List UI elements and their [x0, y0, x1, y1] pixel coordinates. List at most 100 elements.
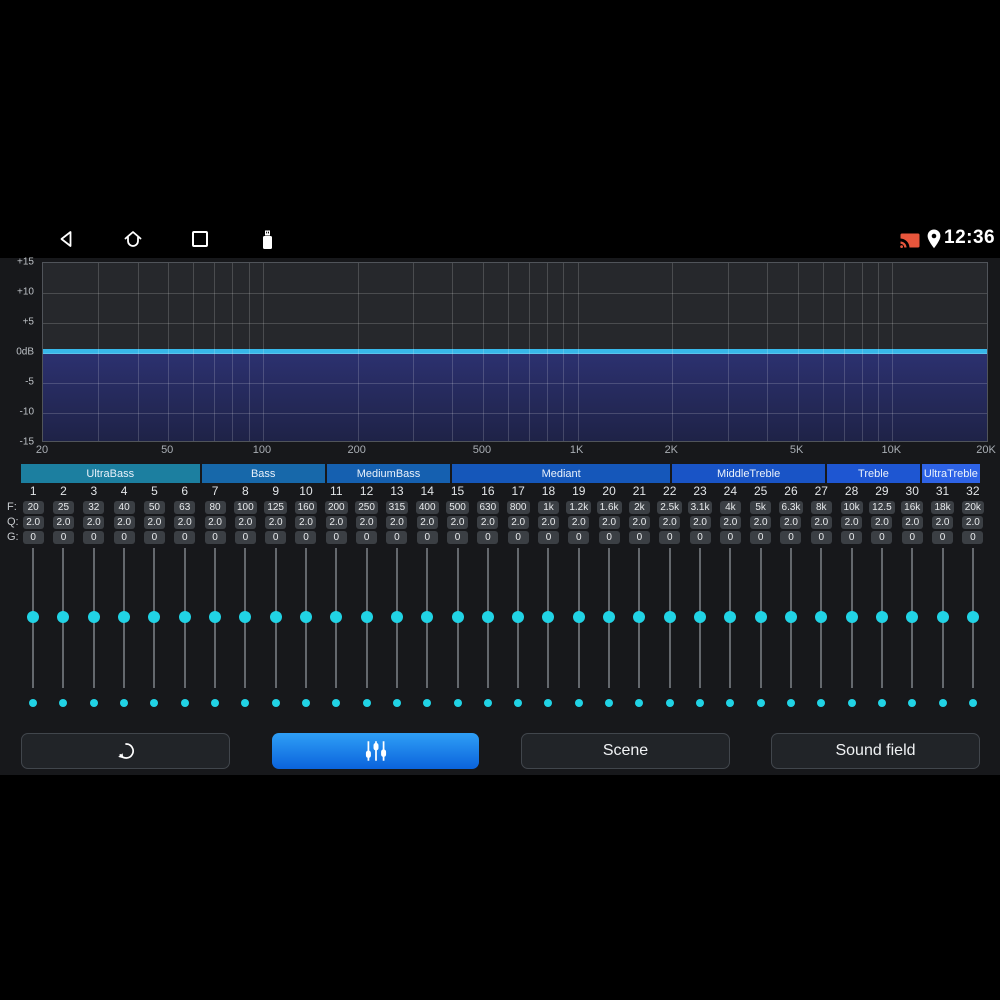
f-value[interactable]: 50 — [143, 501, 165, 514]
g-value[interactable]: 0 — [447, 531, 469, 544]
f-value[interactable]: 80 — [204, 501, 226, 514]
f-value[interactable]: 20k — [961, 501, 984, 514]
q-value[interactable]: 2.0 — [750, 516, 772, 529]
slider-dot-indicator[interactable] — [574, 699, 583, 707]
f-value[interactable]: 160 — [294, 501, 318, 514]
q-value[interactable]: 2.0 — [871, 516, 893, 529]
f-value[interactable]: 10k — [840, 501, 863, 514]
slider-dot-indicator[interactable] — [938, 699, 947, 707]
f-value[interactable]: 6.3k — [778, 501, 804, 514]
slider-knob[interactable] — [178, 611, 191, 623]
slider-dot-indicator[interactable] — [89, 699, 98, 707]
g-value[interactable]: 0 — [386, 531, 408, 544]
q-value[interactable]: 2.0 — [659, 516, 681, 529]
gain-slider[interactable] — [261, 548, 291, 688]
slider-dot-indicator[interactable] — [120, 699, 129, 707]
f-value[interactable]: 18k — [931, 501, 954, 514]
slider-dot-indicator[interactable] — [817, 699, 826, 707]
slider-knob[interactable] — [330, 611, 343, 623]
gain-slider[interactable] — [958, 548, 988, 688]
f-value[interactable]: 20 — [22, 501, 44, 514]
g-value[interactable]: 0 — [325, 531, 347, 544]
slider-knob[interactable] — [603, 611, 616, 623]
g-value[interactable]: 0 — [477, 531, 499, 544]
q-value[interactable]: 2.0 — [295, 516, 317, 529]
gain-slider[interactable] — [109, 548, 139, 688]
g-value[interactable]: 0 — [628, 531, 650, 544]
g-value[interactable]: 0 — [52, 531, 74, 544]
slider-dot-indicator[interactable] — [332, 699, 341, 707]
q-value[interactable]: 2.0 — [507, 516, 529, 529]
f-value[interactable]: 25 — [52, 501, 74, 514]
g-value[interactable]: 0 — [598, 531, 620, 544]
slider-dot-indicator[interactable] — [362, 699, 371, 707]
gain-slider[interactable] — [503, 548, 533, 688]
f-value[interactable]: 12.5 — [869, 501, 895, 514]
slider-dot-indicator[interactable] — [392, 699, 401, 707]
slider-knob[interactable] — [936, 611, 949, 623]
f-value[interactable]: 1k — [537, 501, 559, 514]
slider-dot-indicator[interactable] — [241, 699, 250, 707]
slider-dot-indicator[interactable] — [180, 699, 189, 707]
slider-knob[interactable] — [875, 611, 888, 623]
q-value[interactable]: 2.0 — [447, 516, 469, 529]
f-value[interactable]: 63 — [174, 501, 196, 514]
q-value[interactable]: 2.0 — [537, 516, 559, 529]
gain-slider[interactable] — [442, 548, 472, 688]
slider-knob[interactable] — [87, 611, 100, 623]
g-value[interactable]: 0 — [841, 531, 863, 544]
slider-knob[interactable] — [754, 611, 767, 623]
q-value[interactable]: 2.0 — [204, 516, 226, 529]
gain-slider[interactable] — [594, 548, 624, 688]
q-value[interactable]: 2.0 — [325, 516, 347, 529]
g-value[interactable]: 0 — [356, 531, 378, 544]
gain-slider[interactable] — [836, 548, 866, 688]
f-value[interactable]: 315 — [385, 501, 409, 514]
slider-dot-indicator[interactable] — [211, 699, 220, 707]
slider-knob[interactable] — [542, 611, 555, 623]
q-value[interactable]: 2.0 — [598, 516, 620, 529]
g-value[interactable]: 0 — [416, 531, 438, 544]
slider-dot-indicator[interactable] — [271, 699, 280, 707]
gain-slider[interactable] — [230, 548, 260, 688]
slider-knob[interactable] — [390, 611, 403, 623]
g-value[interactable]: 0 — [22, 531, 44, 544]
q-value[interactable]: 2.0 — [416, 516, 438, 529]
slider-dot-indicator[interactable] — [968, 699, 977, 707]
back-icon[interactable] — [56, 228, 78, 250]
home-icon[interactable] — [122, 228, 144, 250]
slider-knob[interactable] — [299, 611, 312, 623]
slider-knob[interactable] — [633, 611, 646, 623]
equalizer-button[interactable] — [272, 733, 479, 769]
g-value[interactable]: 0 — [265, 531, 287, 544]
slider-dot-indicator[interactable] — [483, 699, 492, 707]
g-value[interactable]: 0 — [83, 531, 105, 544]
slider-knob[interactable] — [724, 611, 737, 623]
sound-field-button[interactable]: Sound field — [771, 733, 980, 769]
slider-dot-indicator[interactable] — [847, 699, 856, 707]
slider-knob[interactable] — [269, 611, 282, 623]
slider-knob[interactable] — [784, 611, 797, 623]
slider-knob[interactable] — [451, 611, 464, 623]
slider-dot-indicator[interactable] — [877, 699, 886, 707]
f-value[interactable]: 3.1k — [687, 501, 713, 514]
f-value[interactable]: 400 — [415, 501, 439, 514]
q-value[interactable]: 2.0 — [932, 516, 954, 529]
f-value[interactable]: 100 — [234, 501, 257, 514]
f-value[interactable]: 8k — [810, 501, 832, 514]
g-value[interactable]: 0 — [295, 531, 317, 544]
gain-slider[interactable] — [291, 548, 321, 688]
slider-knob[interactable] — [845, 611, 858, 623]
slider-dot-indicator[interactable] — [544, 699, 553, 707]
slider-dot-indicator[interactable] — [29, 699, 38, 707]
q-value[interactable]: 2.0 — [689, 516, 711, 529]
slider-knob[interactable] — [360, 611, 373, 623]
f-value[interactable]: 2k — [628, 501, 650, 514]
slider-dot-indicator[interactable] — [726, 699, 735, 707]
q-value[interactable]: 2.0 — [234, 516, 256, 529]
slider-knob[interactable] — [694, 611, 707, 623]
slider-dot-indicator[interactable] — [696, 699, 705, 707]
f-value[interactable]: 5k — [750, 501, 772, 514]
slider-knob[interactable] — [481, 611, 494, 623]
slider-dot-indicator[interactable] — [301, 699, 310, 707]
